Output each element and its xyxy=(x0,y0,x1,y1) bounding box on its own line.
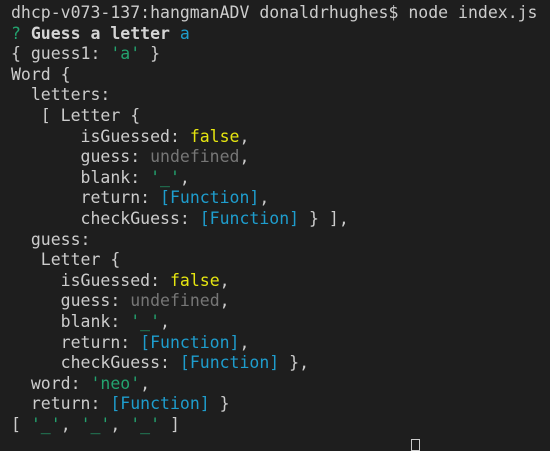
terminal-line: isGuessed: false, xyxy=(11,271,538,292)
terminal-line: return: [Function] } xyxy=(11,394,538,415)
terminal-text-segment: 'neo' xyxy=(90,373,141,393)
terminal-text-segment: , xyxy=(140,373,151,393)
terminal-text-segment: , xyxy=(160,311,170,331)
terminal-output[interactable]: dhcp-v073-137:hangmanADV donaldrhughes$ … xyxy=(11,3,538,435)
terminal-text-segment: } xyxy=(209,394,230,414)
terminal-text-segment: } ], xyxy=(299,208,349,228)
terminal-text-segment: [Function] xyxy=(110,394,210,414)
terminal-text-segment: , xyxy=(179,167,190,187)
terminal-line: dhcp-v073-137:hangmanADV donaldrhughes$ … xyxy=(11,3,538,24)
terminal-line: guess: xyxy=(11,230,538,251)
terminal-text-segment: [Function] xyxy=(179,353,280,373)
terminal-text-segment: ? xyxy=(11,23,31,43)
terminal-text-segment: blank: xyxy=(11,311,131,331)
terminal-line: guess: undefined, xyxy=(11,147,538,168)
terminal-text-segment: false xyxy=(189,126,240,146)
terminal-text-segment: }, xyxy=(279,353,310,373)
terminal-text-segment: '_' xyxy=(130,311,161,331)
terminal-line: word: 'neo', xyxy=(11,374,538,395)
terminal-cursor xyxy=(411,439,420,451)
terminal-text-segment: Guess a letter xyxy=(30,23,180,43)
terminal-line: isGuessed: false, xyxy=(11,127,538,148)
terminal-text-segment: word: xyxy=(11,373,91,393)
terminal-line: checkGuess: [Function] } ], xyxy=(11,209,538,230)
terminal-text-segment: isGuessed: xyxy=(11,126,190,146)
terminal-text-segment: Letter { xyxy=(11,250,121,270)
terminal-text-segment: blank: xyxy=(11,167,151,187)
terminal-text-segment: guess: xyxy=(11,291,131,311)
terminal-text-segment: guess: xyxy=(11,147,151,167)
terminal-text-segment: { guess1: xyxy=(11,44,111,64)
terminal-text-segment: undefined xyxy=(150,147,240,167)
terminal-text-segment: [ xyxy=(11,414,31,434)
terminal-text-segment: undefined xyxy=(130,291,220,311)
terminal-text-segment: checkGuess: xyxy=(11,208,200,228)
terminal-line: [ '_', '_', '_' ] xyxy=(11,415,538,436)
terminal-text-segment: [Function] xyxy=(140,332,240,352)
terminal-text-segment: [ Letter { xyxy=(11,105,141,125)
terminal-text-segment: checkGuess: xyxy=(11,353,180,373)
terminal-line: guess: undefined, xyxy=(11,291,538,312)
terminal-text-segment: , xyxy=(219,291,230,311)
terminal-line: Letter { xyxy=(11,250,538,271)
terminal-line: blank: '_', xyxy=(11,168,538,189)
terminal-line: ? Guess a letter a xyxy=(11,24,538,45)
terminal-text-segment: '_' xyxy=(30,414,61,434)
terminal-text-segment: guess: xyxy=(11,229,91,249)
terminal-text-segment: } xyxy=(140,44,161,64)
terminal-line: blank: '_', xyxy=(11,312,538,333)
terminal-text-segment: , xyxy=(239,332,250,352)
terminal-text-segment: return: xyxy=(11,394,111,414)
terminal-text-segment: isGuessed: xyxy=(11,270,170,290)
terminal-text-segment: [Function] xyxy=(199,208,300,228)
terminal-text-segment: return: xyxy=(11,332,141,352)
terminal-line: [ Letter { xyxy=(11,106,538,127)
terminal-line: Word { xyxy=(11,65,538,86)
terminal-line: letters: xyxy=(11,85,538,106)
terminal-text-segment: , xyxy=(239,147,250,167)
terminal-text-segment: , xyxy=(239,126,250,146)
terminal-text-segment: '_' xyxy=(80,414,111,434)
terminal-line: return: [Function], xyxy=(11,188,538,209)
terminal-text-segment: [Function] xyxy=(160,188,260,208)
terminal-line: return: [Function], xyxy=(11,333,538,354)
terminal-text-segment: dhcp-v073-137:hangmanADV donaldrhughes$ … xyxy=(11,3,538,22)
terminal-text-segment: a xyxy=(179,23,190,43)
terminal-text-segment: , xyxy=(219,270,230,290)
terminal-text-segment: , xyxy=(259,188,270,208)
terminal-text-segment: ] xyxy=(160,414,180,434)
terminal-line: { guess1: 'a' } xyxy=(11,44,538,65)
terminal-text-segment: letters: xyxy=(11,85,111,105)
terminal-text-segment: '_' xyxy=(130,414,161,434)
terminal-text-segment: return: xyxy=(11,188,161,208)
terminal-line: checkGuess: [Function] }, xyxy=(11,353,538,374)
terminal-text-segment: Word { xyxy=(11,64,71,84)
terminal-text-segment: 'a' xyxy=(110,44,141,64)
terminal-text-segment: '_' xyxy=(150,167,180,187)
terminal-text-segment: , xyxy=(110,414,131,434)
terminal-text-segment: , xyxy=(60,414,81,434)
terminal-text-segment: false xyxy=(169,270,220,290)
